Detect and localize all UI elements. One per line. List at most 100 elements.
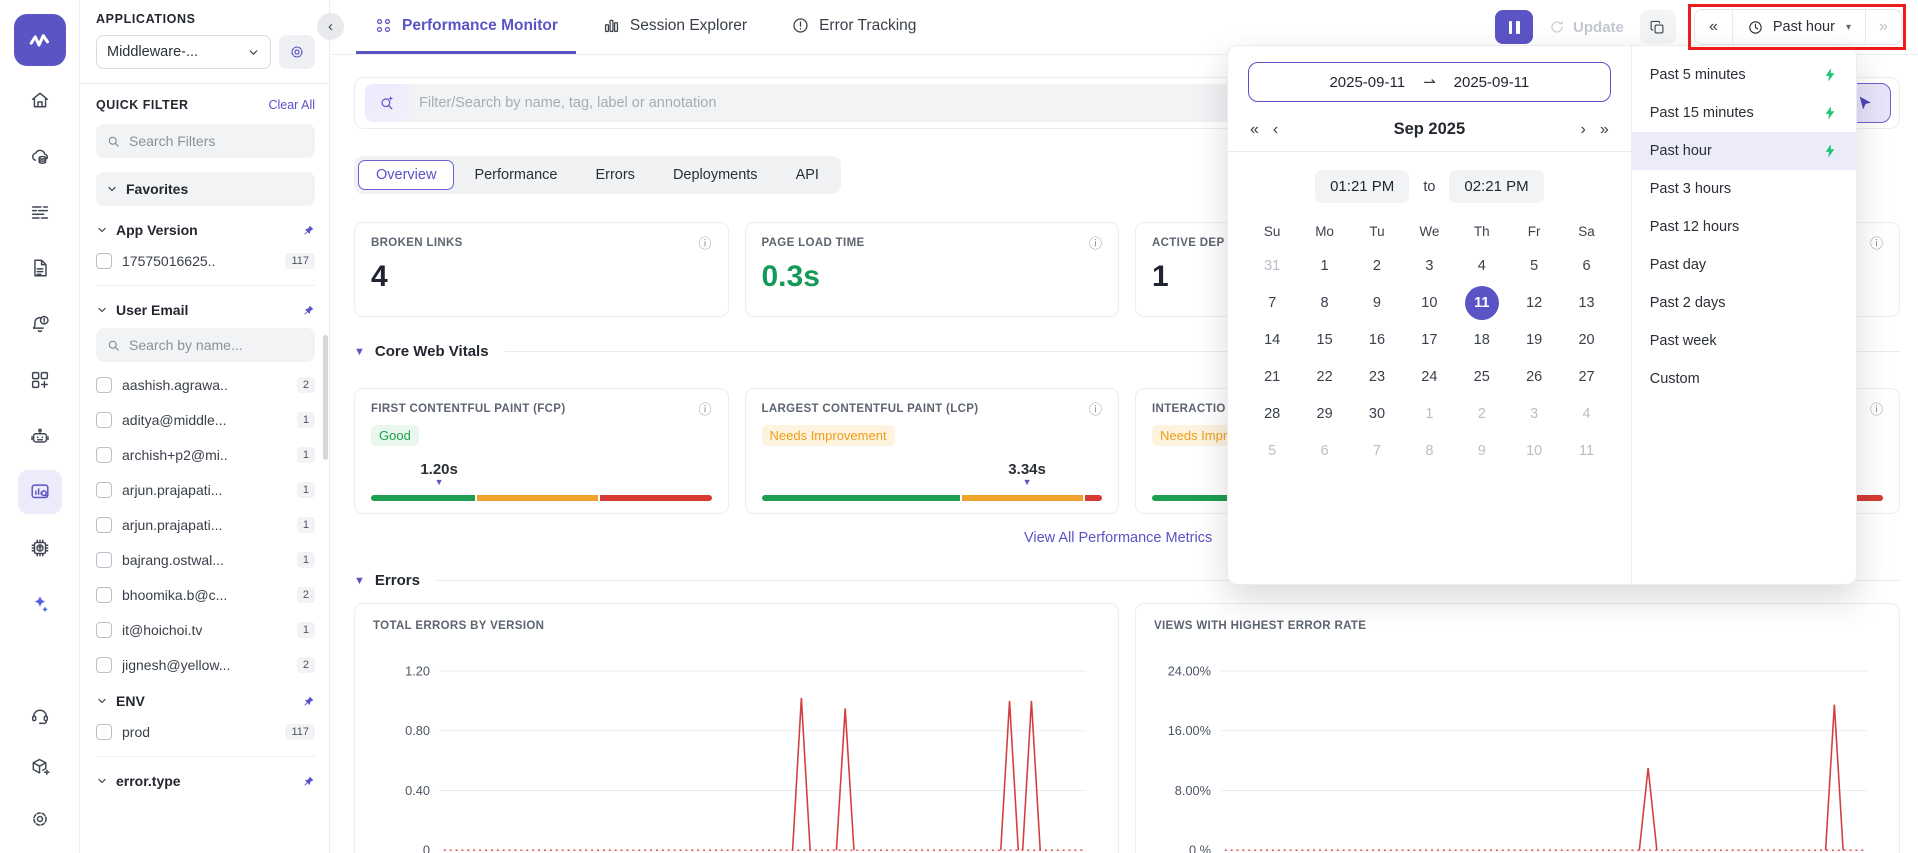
rail-item-infrastructure[interactable]	[18, 134, 62, 178]
time-range-option-past-2-days[interactable]: Past 2 days	[1632, 284, 1856, 322]
calendar-day[interactable]: 11	[1560, 432, 1612, 469]
checkbox[interactable]	[96, 657, 112, 673]
calendar-day-selected[interactable]: 11	[1456, 284, 1508, 321]
section-collapse-icon[interactable]: ▼	[354, 346, 365, 358]
info-icon[interactable]: ⓘ	[1870, 237, 1883, 250]
rail-item-rum[interactable]	[17, 470, 62, 514]
rail-item-settings-gear[interactable]	[18, 797, 62, 841]
rail-item-documents[interactable]	[18, 246, 62, 290]
calendar-day[interactable]: 4	[1456, 247, 1508, 284]
subtab-deployments[interactable]: Deployments	[655, 160, 776, 190]
start-time-field[interactable]: 01:21 PM	[1315, 170, 1410, 203]
checkbox[interactable]	[96, 412, 112, 428]
calendar-day[interactable]: 19	[1508, 321, 1560, 358]
time-range-option-past-5-minutes[interactable]: Past 5 minutes	[1632, 56, 1856, 94]
tab-performance-monitor[interactable]: Performance Monitor	[356, 0, 576, 54]
checkbox[interactable]	[96, 517, 112, 533]
pause-refresh-button[interactable]	[1495, 10, 1534, 44]
time-range-option-past-15-minutes[interactable]: Past 15 minutes	[1632, 94, 1856, 132]
clear-all-link[interactable]: Clear All	[268, 98, 315, 112]
calendar-day[interactable]: 6	[1560, 247, 1612, 284]
calendar-day[interactable]: 20	[1560, 321, 1612, 358]
checkbox[interactable]	[96, 587, 112, 603]
rail-item-dashboards[interactable]	[18, 358, 62, 402]
time-range-option-past-day[interactable]: Past day	[1632, 246, 1856, 284]
view-all-performance-link[interactable]: View All Performance Metrics	[1024, 530, 1212, 546]
calendar-day[interactable]: 17	[1403, 321, 1455, 358]
subtab-api[interactable]: API	[778, 160, 837, 190]
calendar-day[interactable]: 14	[1246, 321, 1298, 358]
calendar-day[interactable]: 13	[1560, 284, 1612, 321]
checkbox[interactable]	[96, 377, 112, 393]
calendar-day[interactable]: 9	[1351, 284, 1403, 321]
info-icon[interactable]: ⓘ	[1089, 237, 1102, 250]
calendar-day[interactable]: 3	[1508, 395, 1560, 432]
rail-item-logs[interactable]	[18, 190, 62, 234]
calendar-day[interactable]: 12	[1508, 284, 1560, 321]
filter-group-header-app-version[interactable]: App Version	[96, 222, 315, 238]
checkbox[interactable]	[96, 447, 112, 463]
rail-item-integrations-cube[interactable]	[18, 745, 62, 789]
subtab-performance[interactable]: Performance	[456, 160, 575, 190]
calendar-day[interactable]: 15	[1298, 321, 1350, 358]
calendar-day[interactable]: 9	[1456, 432, 1508, 469]
end-time-field[interactable]: 02:21 PM	[1449, 170, 1544, 203]
middleware-logo[interactable]	[13, 14, 66, 66]
calendar-day[interactable]: 28	[1246, 395, 1298, 432]
info-icon[interactable]: ⓘ	[698, 237, 711, 250]
checkbox[interactable]	[96, 552, 112, 568]
calendar-day[interactable]: 1	[1298, 247, 1350, 284]
calendar-day[interactable]: 2	[1351, 247, 1403, 284]
time-shift-forward-button[interactable]: »	[1865, 10, 1901, 44]
rail-item-billing-chip[interactable]	[18, 526, 62, 570]
time-range-option-past-12-hours[interactable]: Past 12 hours	[1632, 208, 1856, 246]
calendar-day[interactable]: 30	[1351, 395, 1403, 432]
checkbox[interactable]	[96, 724, 112, 740]
next-year-button[interactable]: »	[1600, 121, 1609, 139]
calendar-day[interactable]: 24	[1403, 358, 1455, 395]
calendar-day[interactable]: 7	[1351, 432, 1403, 469]
tab-error-tracking[interactable]: Error Tracking	[773, 0, 934, 54]
rail-item-home[interactable]	[18, 78, 62, 122]
application-selector[interactable]: Middleware-...	[96, 35, 271, 69]
calendar-day[interactable]: 8	[1403, 432, 1455, 469]
favorites-toggle[interactable]: Favorites	[96, 172, 315, 206]
time-range-option-past-3-hours[interactable]: Past 3 hours	[1632, 170, 1856, 208]
time-range-dropdown[interactable]: Past hour ▾	[1733, 10, 1865, 44]
pin-icon[interactable]	[302, 304, 315, 317]
time-shift-back-button[interactable]: «	[1695, 10, 1733, 44]
calendar-day[interactable]: 10	[1508, 432, 1560, 469]
calendar-day[interactable]: 21	[1246, 358, 1298, 395]
sidebar-collapse-button[interactable]: ‹	[317, 13, 344, 40]
calendar-day[interactable]: 22	[1298, 358, 1350, 395]
time-range-option-custom[interactable]: Custom	[1632, 360, 1856, 398]
update-button[interactable]: Update	[1543, 19, 1630, 36]
search-filters-input[interactable]	[129, 133, 305, 149]
calendar-day[interactable]: 5	[1246, 432, 1298, 469]
calendar-day[interactable]: 26	[1508, 358, 1560, 395]
pin-icon[interactable]	[302, 224, 315, 237]
subtab-errors[interactable]: Errors	[577, 160, 652, 190]
calendar-day[interactable]: 23	[1351, 358, 1403, 395]
checkbox[interactable]	[96, 482, 112, 498]
calendar-day[interactable]: 25	[1456, 358, 1508, 395]
filter-group-header-user-email[interactable]: User Email	[96, 302, 315, 318]
rail-item-ai-sparkle[interactable]	[18, 582, 62, 626]
subtab-overview[interactable]: Overview	[358, 160, 455, 190]
rail-item-support-headset[interactable]	[18, 693, 62, 737]
rail-item-assistant-bot[interactable]	[18, 414, 62, 458]
filter-group-header-env[interactable]: ENV	[96, 693, 315, 709]
section-collapse-icon[interactable]: ▼	[354, 575, 365, 587]
rail-item-alerts[interactable]	[18, 302, 62, 346]
checkbox[interactable]	[96, 622, 112, 638]
group-search-input[interactable]	[129, 337, 305, 353]
info-icon[interactable]: ⓘ	[1870, 403, 1883, 416]
calendar-day[interactable]: 4	[1560, 395, 1612, 432]
info-icon[interactable]: ⓘ	[1089, 403, 1102, 416]
copy-dashboard-button[interactable]	[1639, 10, 1676, 44]
sidebar-scrollbar[interactable]	[323, 335, 328, 460]
info-icon[interactable]: ⓘ	[698, 403, 711, 416]
time-range-option-past-hour[interactable]: Past hour	[1631, 132, 1856, 170]
tab-session-explorer[interactable]: Session Explorer	[584, 0, 765, 54]
calendar-day[interactable]: 31	[1246, 247, 1298, 284]
